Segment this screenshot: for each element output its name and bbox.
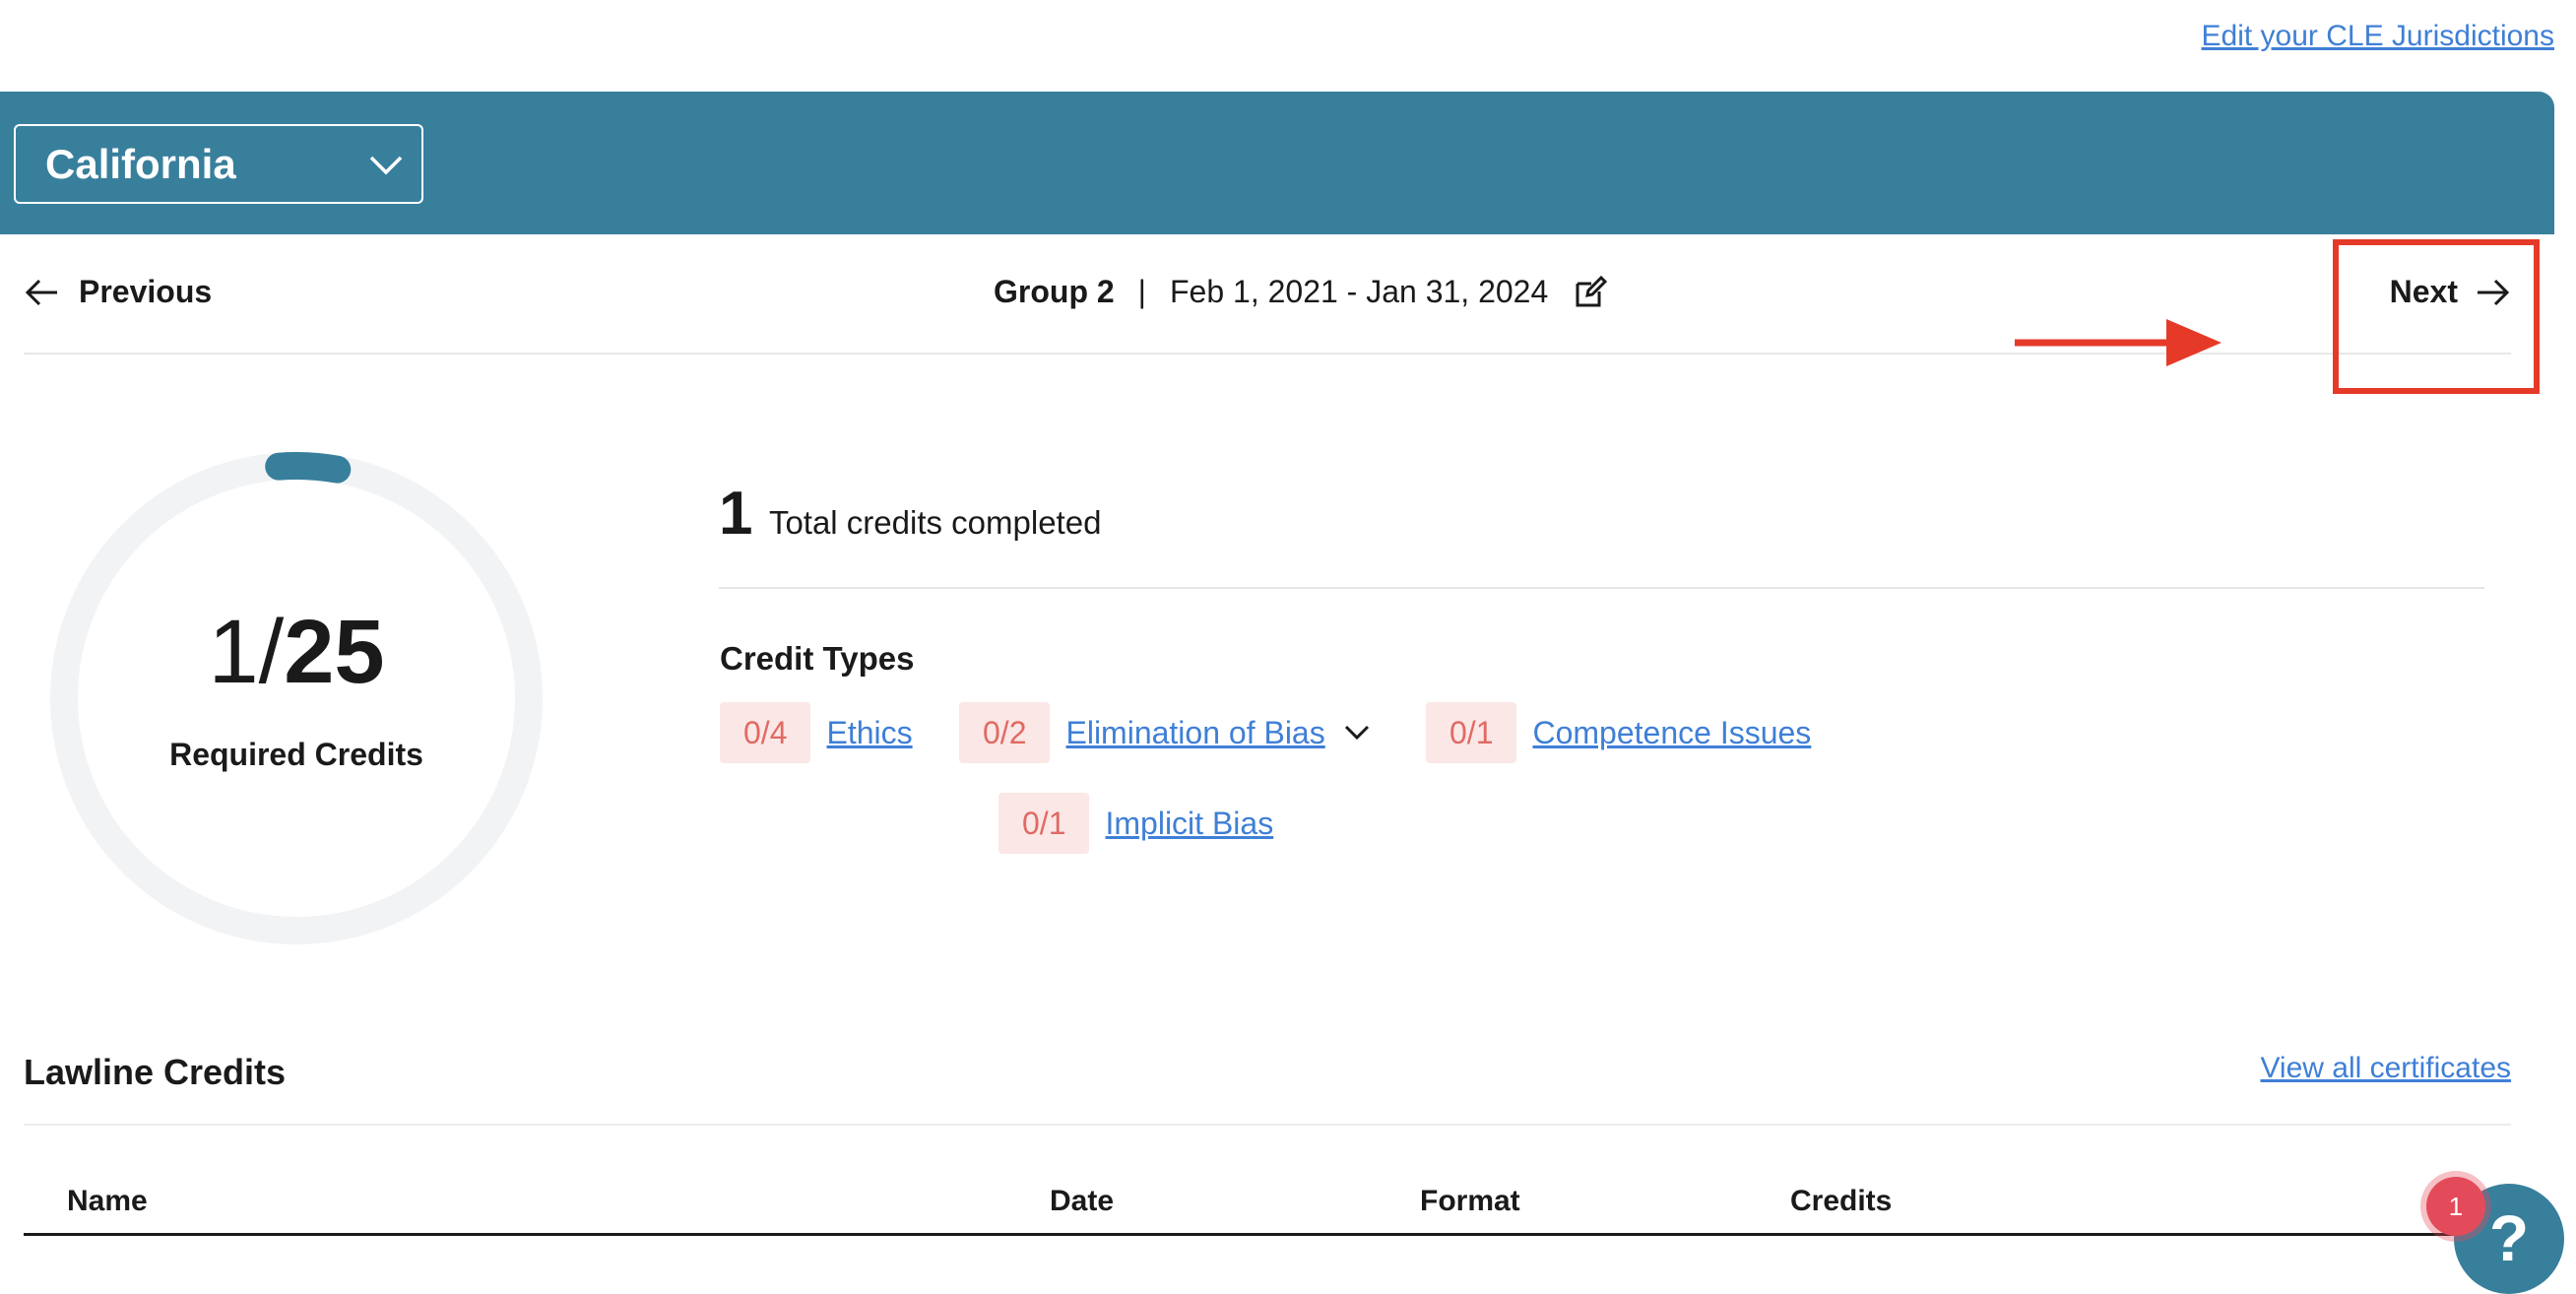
annotation-highlight-box xyxy=(2333,239,2540,394)
jurisdiction-select-value: California xyxy=(45,140,236,187)
credit-count-badge: 0/1 xyxy=(1426,702,1517,763)
total-credits-label: Total credits completed xyxy=(768,504,1102,541)
section-divider xyxy=(24,1124,2511,1126)
credit-type-link[interactable]: Implicit Bias xyxy=(1105,806,1273,842)
column-header-format[interactable]: Format xyxy=(1420,1185,1520,1218)
chevron-down-icon xyxy=(369,156,403,175)
credit-type-ethics: 0/4 Ethics xyxy=(720,702,913,763)
credit-type-link[interactable]: Competence Issues xyxy=(1532,715,1811,751)
credit-type-implicit-bias: 0/1 Implicit Bias xyxy=(998,793,1273,854)
jurisdiction-select[interactable]: California xyxy=(14,124,423,204)
group-label: Group 2 xyxy=(994,274,1115,309)
previous-button[interactable]: Previous xyxy=(24,274,212,310)
annotation-arrow-icon xyxy=(2015,319,2222,366)
credit-type-link[interactable]: Ethics xyxy=(826,715,912,751)
required-credits-label: Required Credits xyxy=(169,737,423,772)
arrow-left-icon xyxy=(25,279,57,305)
compliance-period: Group 2 | Feb 1, 2021 - Jan 31, 2024 xyxy=(994,274,1608,310)
period-dates: Feb 1, 2021 - Jan 31, 2024 xyxy=(1169,274,1549,309)
credits-required: 25 xyxy=(284,602,385,702)
lawline-credits-title: Lawline Credits xyxy=(24,1052,287,1092)
credit-type-elimination-of-bias: 0/2 Elimination of Bias xyxy=(959,702,1371,763)
credit-count-badge: 0/1 xyxy=(998,793,1090,854)
table-header-rule xyxy=(24,1233,2511,1236)
total-credits-value: 1 xyxy=(719,480,753,548)
chevron-down-icon[interactable] xyxy=(1343,722,1371,744)
credit-count-badge: 0/4 xyxy=(720,702,811,763)
credit-type-link[interactable]: Elimination of Bias xyxy=(1065,715,1324,751)
view-all-certificates-link[interactable]: View all certificates xyxy=(2260,1052,2511,1085)
credit-count-badge: 0/2 xyxy=(959,702,1051,763)
previous-label: Previous xyxy=(79,274,213,309)
required-credits-value: 1/25 xyxy=(47,607,546,697)
notification-badge[interactable]: 1 xyxy=(2426,1177,2485,1236)
edit-icon[interactable] xyxy=(1574,275,1608,309)
column-header-date[interactable]: Date xyxy=(1050,1185,1114,1218)
credits-done: 1 xyxy=(208,602,259,702)
total-credits-summary: 1 Total credits completed xyxy=(719,479,2484,589)
column-header-name[interactable]: Name xyxy=(67,1185,148,1218)
jurisdiction-banner: California xyxy=(0,92,2554,234)
period-separator: | xyxy=(1137,274,1146,309)
credits-slash: / xyxy=(258,602,285,702)
edit-jurisdictions-link[interactable]: Edit your CLE Jurisdictions xyxy=(2202,20,2554,53)
credit-type-competence-issues: 0/1 Competence Issues xyxy=(1426,702,1811,763)
required-credits-progress: 1/25 Required Credits xyxy=(47,449,546,947)
column-header-credits[interactable]: Credits xyxy=(1790,1185,1892,1218)
credit-types-heading: Credit Types xyxy=(720,640,915,677)
